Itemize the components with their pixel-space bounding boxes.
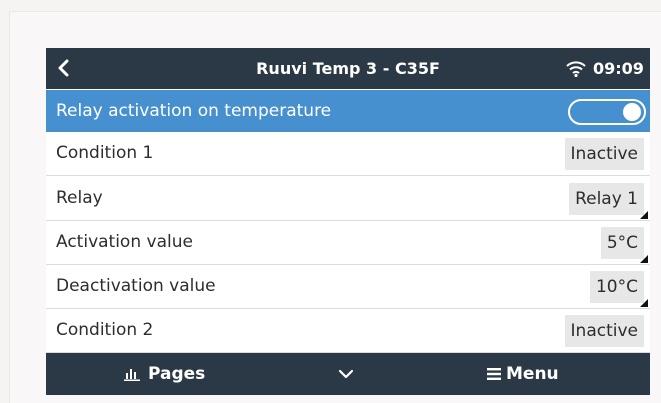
relay-row[interactable]: Relay Relay 1 [46, 177, 650, 221]
activation-value-label: Activation value [56, 232, 193, 252]
toggle-knob [623, 103, 641, 121]
footer-bar: Pages Menu [46, 353, 650, 395]
activation-value-row[interactable]: Activation value 5°C [46, 221, 650, 265]
relay-activation-label: Relay activation on temperature [56, 101, 332, 121]
relay-activation-row[interactable]: Relay activation on temperature [46, 90, 650, 132]
screenshot-frame: Ruuvi Temp 3 - C35F 09:09 Relay activati… [9, 11, 661, 403]
wifi-icon [566, 61, 586, 78]
activation-value[interactable]: 5°C [600, 227, 648, 263]
page-title: Ruuvi Temp 3 - C35F [256, 59, 440, 78]
activation-value-text: 5°C [606, 233, 638, 253]
bar-chart-icon [124, 369, 140, 381]
hamburger-icon [487, 368, 501, 380]
deactivation-value-text: 10°C [595, 277, 638, 297]
edit-corner-icon [640, 255, 648, 263]
edit-corner-icon [640, 211, 648, 219]
menu-label: Menu [506, 364, 559, 384]
condition-1-row[interactable]: Condition 1 Inactive [46, 132, 650, 176]
condition-2-value-text: Inactive [570, 321, 638, 341]
deactivation-value[interactable]: 10°C [589, 271, 648, 307]
condition-1-label: Condition 1 [56, 143, 154, 163]
device-screen: Ruuvi Temp 3 - C35F 09:09 Relay activati… [46, 48, 650, 395]
edit-corner-icon [640, 299, 648, 307]
condition-2-row[interactable]: Condition 2 Inactive [46, 309, 650, 353]
deactivation-value-label: Deactivation value [56, 276, 216, 296]
relay-value[interactable]: Relay 1 [569, 183, 648, 219]
relay-value-text: Relay 1 [575, 189, 638, 209]
relay-label: Relay [56, 188, 103, 208]
pages-label: Pages [148, 364, 206, 384]
chevron-left-icon[interactable] [52, 53, 78, 83]
clock: 09:09 [593, 59, 644, 78]
deactivation-value-row[interactable]: Deactivation value 10°C [46, 265, 650, 309]
pages-button[interactable]: Pages [124, 353, 205, 395]
menu-button[interactable]: Menu [487, 353, 559, 395]
condition-2-label: Condition 2 [56, 320, 154, 340]
condition-2-value: Inactive [564, 315, 644, 347]
condition-1-value: Inactive [564, 138, 644, 170]
relay-activation-toggle[interactable] [568, 99, 646, 125]
chevron-down-icon[interactable] [336, 366, 356, 382]
condition-1-value-text: Inactive [570, 144, 638, 164]
header-bar: Ruuvi Temp 3 - C35F 09:09 [46, 48, 650, 89]
